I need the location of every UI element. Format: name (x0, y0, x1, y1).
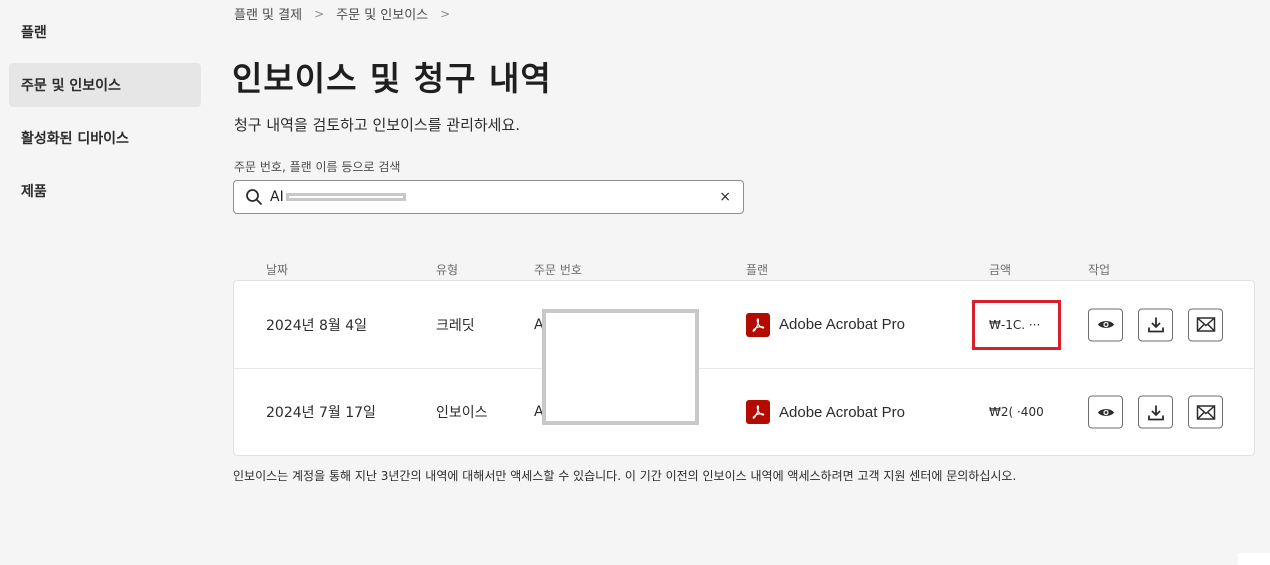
sidebar-item-plans[interactable]: 플랜 (9, 10, 201, 54)
cell-type: 크레딧 (436, 317, 475, 334)
eye-icon (1097, 321, 1114, 328)
cell-amount: ₩2( ·400 (989, 405, 1044, 419)
header-order: 주문 번호 (534, 263, 582, 277)
mail-icon (1196, 317, 1215, 332)
table-row: 2024년 7월 17일 인보이스 A Adobe Acrobat Pro ₩2… (234, 368, 1254, 455)
cell-plan: Adobe Acrobat Pro (746, 400, 905, 424)
page-subtitle: 청구 내역을 검토하고 인보이스를 관리하세요. (234, 116, 521, 134)
header-type: 유형 (436, 263, 459, 277)
sidebar-item-orders-invoices[interactable]: 주문 및 인보이스 (9, 63, 201, 107)
sidebar: 플랜 주문 및 인보이스 활성화된 디바이스 제품 (9, 10, 201, 222)
search-value: AI (270, 189, 284, 205)
header-amount: 금액 (989, 263, 1012, 277)
search-icon (244, 187, 264, 207)
search-label: 주문 번호, 플랜 이름 등으로 검색 (234, 160, 401, 174)
view-invoice-button[interactable] (1088, 308, 1123, 341)
breadcrumb-link-plans-billing[interactable]: 플랜 및 결제 (234, 4, 302, 23)
sidebar-item-products[interactable]: 제품 (9, 169, 201, 213)
breadcrumb: 플랜 및 결제 > 주문 및 인보이스 > (234, 4, 451, 24)
cell-plan: Adobe Acrobat Pro (746, 312, 905, 337)
amount-highlight-box (972, 300, 1061, 350)
corner-patch (1238, 553, 1270, 565)
mail-icon (1196, 404, 1215, 420)
table-header: 날짜 유형 주문 번호 플랜 금액 작업 (234, 261, 1254, 279)
download-invoice-button[interactable] (1138, 395, 1173, 429)
cell-date: 2024년 8월 4일 (266, 317, 367, 334)
footnote: 인보이스는 계정을 통해 지난 3년간의 내역에 대해서만 액세스할 수 있습니… (233, 469, 1017, 483)
plan-name: Adobe Acrobat Pro (779, 403, 905, 421)
header-date: 날짜 (266, 263, 289, 277)
page-title: 인보이스 및 청구 내역 (232, 59, 552, 98)
sidebar-item-devices[interactable]: 활성화된 디바이스 (9, 116, 201, 160)
clear-icon[interactable]: × (719, 189, 731, 205)
email-invoice-button[interactable] (1188, 308, 1223, 341)
cell-date: 2024년 7월 17일 (266, 405, 376, 421)
header-actions: 작업 (1088, 263, 1111, 277)
email-invoice-button[interactable] (1188, 395, 1223, 429)
table-row: 2024년 8월 4일 크레딧 A Adobe Acrobat Pro ₩-1C… (234, 281, 1254, 368)
acrobat-icon (746, 312, 770, 337)
plan-name: Adobe Acrobat Pro (779, 316, 905, 333)
eye-icon (1097, 408, 1114, 416)
breadcrumb-link-orders-invoices[interactable]: 주문 및 인보이스 (336, 4, 428, 23)
redaction-bar (285, 193, 406, 201)
download-icon (1147, 405, 1164, 420)
redaction-block (542, 309, 699, 425)
breadcrumb-separator: > (440, 6, 451, 21)
cell-type: 인보이스 (436, 405, 488, 421)
download-icon (1147, 317, 1164, 333)
acrobat-icon (746, 400, 770, 424)
header-plan: 플랜 (746, 263, 769, 277)
download-invoice-button[interactable] (1138, 308, 1173, 341)
invoice-table: 2024년 8월 4일 크레딧 A Adobe Acrobat Pro ₩-1C… (233, 280, 1255, 456)
breadcrumb-separator: > (314, 6, 325, 21)
view-invoice-button[interactable] (1088, 395, 1123, 429)
search-input[interactable]: AI × (233, 180, 744, 214)
